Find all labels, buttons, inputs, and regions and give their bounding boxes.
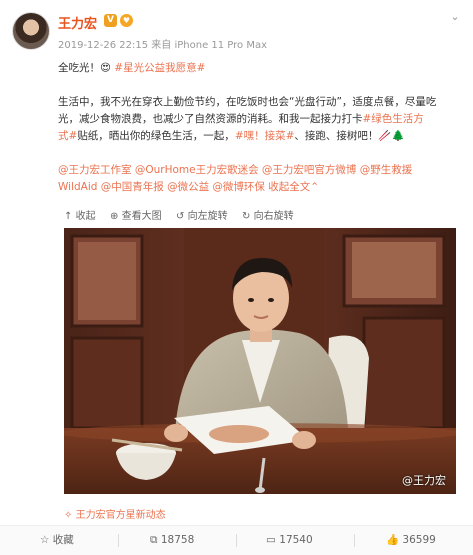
hashtag-link[interactable]: #绿色生活方 <box>363 113 424 125</box>
photo-watermark: @王力宏 <box>402 474 446 487</box>
mentions-line-2: WildAid @中国青年报 @微公益 @微博环保 收起全文⌃ <box>58 179 319 196</box>
arrow-up-icon: ↑ <box>64 211 73 222</box>
avatar[interactable] <box>12 12 50 50</box>
collapse-text-link[interactable]: 收起全文 <box>268 181 310 193</box>
mention-links[interactable]: WildAid @中国青年报 @微公益 @微博环保 <box>58 181 265 193</box>
favorite-label: 收藏 <box>52 534 74 546</box>
repost-button[interactable]: ⧉ 18758 <box>150 526 194 555</box>
mentions-line-1: @王力宏工作室 @OurHome王力宏歌迷会 @王力宏吧官方微博 @野生救援 <box>58 162 412 179</box>
content-line-4: 式#贴纸，晒出你的绿色生活，一起，#嘿！接菜#、接跑、接树吧！🥢🌲 <box>58 128 405 145</box>
divider <box>118 534 119 547</box>
rotate-right-label: 向右旋转 <box>253 211 294 222</box>
source-link[interactable]: ✧ 王力宏官方星新动态 <box>64 506 166 521</box>
action-bar: ☆ 收藏 ⧉ 18758 ▭ 17540 👍 36599 <box>0 525 473 555</box>
rotate-left-label: 向左旋转 <box>187 211 228 222</box>
collapse-photo-button[interactable]: ↑ 收起 <box>64 207 96 222</box>
zoom-icon: ⊕ <box>110 211 119 222</box>
source-link-label: 王力宏官方星新动态 <box>75 510 166 521</box>
hashtag-link[interactable]: 式# <box>58 130 77 142</box>
view-large-button[interactable]: ⊕ 查看大图 <box>110 207 162 222</box>
repost-count: 18758 <box>160 534 195 546</box>
smile-emoji-icon: 😍 <box>100 62 111 74</box>
text: 全吃光！ <box>58 62 100 74</box>
post-photo[interactable]: @王力宏 <box>64 228 456 494</box>
content-line-1: 全吃光！😍 #星光公益我愿意# <box>58 60 205 77</box>
post-header: 王力宏 V ♥ 2019-12-26 22:15 来自 iPhone 11 Pr… <box>0 0 473 56</box>
hashtag-link[interactable]: #嘿！接菜# <box>235 130 295 142</box>
like-count: 36599 <box>402 534 436 546</box>
comment-button[interactable]: ▭ 17540 <box>266 526 313 555</box>
repost-icon: ⧉ <box>150 534 158 546</box>
like-button[interactable]: 👍 36599 <box>386 526 436 555</box>
photo-toolbar: ↑ 收起 ⊕ 查看大图 ↺ 向左旋转 ↻ 向右旋转 <box>58 203 458 225</box>
photo-illustration <box>64 228 456 494</box>
mention-links[interactable]: @王力宏工作室 @OurHome王力宏歌迷会 @王力宏吧官方微博 @野生救援 <box>58 164 412 176</box>
thumbs-up-icon: 👍 <box>386 534 400 546</box>
chevron-up-icon[interactable]: ⌃ <box>310 181 319 193</box>
content-line-3: 光，减少食物浪费，也减少了自然资源的消耗。和我一起接力打卡#绿色生活方 <box>58 111 424 128</box>
verified-badge-icon[interactable]: V <box>104 14 117 27</box>
comment-icon: ▭ <box>266 534 276 546</box>
text: 、接跑、接树吧！ <box>294 130 379 142</box>
rotate-left-icon: ↺ <box>176 211 185 222</box>
chevron-down-icon[interactable]: ⌄ <box>448 10 462 24</box>
favorite-button[interactable]: ☆ 收藏 <box>40 526 74 555</box>
view-large-label: 查看大图 <box>121 211 162 222</box>
post-meta: 2019-12-26 22:15 来自 iPhone 11 Pro Max <box>58 40 268 51</box>
text: 贴纸，晒出你的绿色生活，一起， <box>77 130 235 142</box>
sparkle-icon: ✧ <box>64 510 73 521</box>
hashtag-link[interactable]: #星光公益我愿意# <box>114 62 205 74</box>
member-badge-icon[interactable]: ♥ <box>120 14 133 27</box>
rotate-right-icon: ↻ <box>242 211 251 222</box>
rotate-right-button[interactable]: ↻ 向右旋转 <box>242 207 294 222</box>
divider <box>236 534 237 547</box>
chopsticks-tree-emoji-icon: 🥢🌲 <box>378 130 405 142</box>
collapse-label: 收起 <box>75 211 96 222</box>
content-line-2: 生活中，我不光在穿衣上勤俭节约，在吃饭时也会“光盘行动”，适度点餐，尽量吃 <box>58 96 437 108</box>
comment-count: 17540 <box>279 534 313 546</box>
divider <box>354 534 355 547</box>
user-name[interactable]: 王力宏 <box>58 13 97 32</box>
text: 光，减少食物浪费，也减少了自然资源的消耗。和我一起接力打卡 <box>58 113 363 125</box>
rotate-left-button[interactable]: ↺ 向左旋转 <box>176 207 228 222</box>
star-icon: ☆ <box>40 534 50 546</box>
